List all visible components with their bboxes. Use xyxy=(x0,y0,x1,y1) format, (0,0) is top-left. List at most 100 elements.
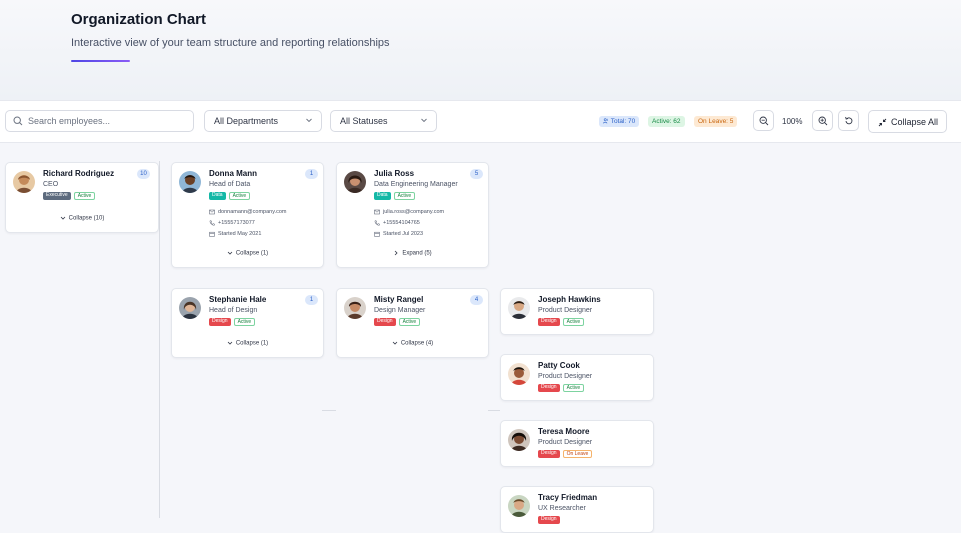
connector-line xyxy=(488,410,500,411)
tag-group: Design On Leave xyxy=(538,450,593,458)
department-tag: Design xyxy=(538,450,560,458)
collapse-toggle[interactable]: Collapse (4) xyxy=(337,340,488,347)
department-tag: Design xyxy=(374,318,396,326)
employee-name: Julia Ross xyxy=(374,169,415,178)
chevron-down-icon xyxy=(227,341,233,345)
department-tag: Design xyxy=(538,384,560,392)
collapse-toggle[interactable]: Collapse (10) xyxy=(6,215,158,222)
employee-card[interactable]: Stephanie Hale 1 Head of Design Design A… xyxy=(171,288,324,358)
mail-icon xyxy=(209,209,215,214)
avatar xyxy=(508,363,530,385)
avatar xyxy=(508,297,530,319)
chevron-down-icon xyxy=(392,341,398,345)
employee-phone[interactable]: +15554104765 xyxy=(383,220,420,226)
status-tag: Active xyxy=(228,192,251,200)
title-underline xyxy=(71,60,130,62)
status-tag: Active xyxy=(73,192,96,200)
avatar xyxy=(13,171,35,193)
employee-name: Teresa Moore xyxy=(538,427,590,436)
employee-role: Product Designer xyxy=(538,439,593,446)
calendar-icon xyxy=(209,231,215,237)
on-leave-count: On Leave: 5 xyxy=(698,118,734,125)
employee-role: Head of Data xyxy=(209,181,251,188)
tag-group: Design Active xyxy=(209,318,256,326)
zoom-out-icon xyxy=(759,116,769,126)
employee-role: UX Researcher xyxy=(538,505,586,512)
total-badge: Total: 70 xyxy=(599,116,640,127)
employee-role: Product Designer xyxy=(538,307,593,314)
employee-role: Design Manager xyxy=(374,307,426,314)
employee-card[interactable]: Patty Cook Product Designer Design Activ… xyxy=(500,354,654,401)
report-count-badge: 5 xyxy=(470,169,483,179)
employee-start-date: Started Jul 2023 xyxy=(383,230,424,237)
employee-email[interactable]: julia.ross@company.com xyxy=(383,209,444,215)
employee-name: Misty Rangel xyxy=(374,295,424,304)
employee-phone[interactable]: +15557173077 xyxy=(218,220,255,226)
zoom-level: 100% xyxy=(782,117,803,126)
report-count-badge: 4 xyxy=(470,295,483,305)
collapse-toggle[interactable]: Collapse (1) xyxy=(172,250,323,257)
employee-card[interactable]: Joseph Hawkins Product Designer Design A… xyxy=(500,288,654,335)
phone-icon xyxy=(374,220,380,225)
employee-card[interactable]: Richard Rodriguez 10 CEO Executive Activ… xyxy=(5,162,159,233)
collapse-toggle[interactable]: Collapse (1) xyxy=(172,340,323,347)
department-tag: Data xyxy=(209,192,226,200)
employee-role: Product Designer xyxy=(538,373,593,380)
employee-card[interactable]: Teresa Moore Product Designer Design On … xyxy=(500,420,654,467)
employee-role: Head of Design xyxy=(209,307,258,314)
reset-icon xyxy=(845,116,853,125)
employee-card[interactable]: Tracy Friedman UX Researcher Design xyxy=(500,486,654,533)
collapse-all-button[interactable]: Collapse All xyxy=(868,110,947,133)
org-chart-canvas[interactable]: Richard Rodriguez 10 CEO Executive Activ… xyxy=(0,141,961,533)
toggle-label: Collapse (1) xyxy=(235,340,269,347)
page-title: Organization Chart xyxy=(71,11,207,28)
tag-group: Design Active xyxy=(374,318,421,326)
search-box[interactable] xyxy=(5,110,194,132)
employee-card[interactable]: Misty Rangel 4 Design Manager Design Act… xyxy=(336,288,489,358)
tag-group: Design xyxy=(538,516,560,524)
connector-line xyxy=(322,410,336,411)
toggle-label: Collapse (10) xyxy=(68,215,105,222)
employee-name: Tracy Friedman xyxy=(538,493,598,502)
avatar xyxy=(344,171,366,193)
tag-group: Design Active xyxy=(538,318,585,326)
toggle-label: Collapse (1) xyxy=(235,250,269,257)
page-subtitle: Interactive view of your team structure … xyxy=(71,37,390,49)
status-tag: Active xyxy=(562,318,585,326)
page-header: Organization Chart Interactive view of y… xyxy=(0,0,961,100)
mail-icon xyxy=(374,209,380,214)
toolbar: All Departments All Statuses Total: 70 A… xyxy=(0,100,961,143)
connector-line xyxy=(159,161,160,518)
employee-card[interactable]: Julia Ross 5 Data Engineering Manager Da… xyxy=(336,162,489,268)
employee-name: Donna Mann xyxy=(209,169,257,178)
employee-card[interactable]: Donna Mann 1 Head of Data Data Active do… xyxy=(171,162,324,268)
zoom-in-button[interactable] xyxy=(812,110,833,131)
avatar xyxy=(508,495,530,517)
tag-group: Data Active xyxy=(209,192,251,200)
tag-group: Executive Active xyxy=(43,192,96,200)
search-input[interactable] xyxy=(28,114,188,128)
status-select[interactable]: All Statuses xyxy=(330,110,437,132)
status-select-value: All Statuses xyxy=(340,116,388,126)
toggle-label: Collapse (4) xyxy=(400,340,434,347)
chevron-down-icon xyxy=(306,118,312,123)
zoom-out-button[interactable] xyxy=(753,110,774,131)
report-count-badge: 10 xyxy=(137,169,150,179)
avatar xyxy=(179,171,201,193)
employee-role: Data Engineering Manager xyxy=(374,181,458,188)
avatar xyxy=(179,297,201,319)
tag-group: Design Active xyxy=(538,384,585,392)
department-tag: Data xyxy=(374,192,391,200)
employee-name: Joseph Hawkins xyxy=(538,295,601,304)
employee-start-date: Started May 2021 xyxy=(218,230,262,237)
tag-group: Data Active xyxy=(374,192,416,200)
active-count: Active: 62 xyxy=(652,118,681,125)
employee-email[interactable]: donnamann@company.com xyxy=(218,209,286,215)
expand-toggle[interactable]: Expand (5) xyxy=(337,250,488,257)
employee-name: Richard Rodriguez xyxy=(43,169,115,178)
minimize-icon xyxy=(878,118,887,127)
reset-view-button[interactable] xyxy=(838,110,859,131)
total-count: Total: 70 xyxy=(610,118,636,125)
calendar-icon xyxy=(374,231,380,237)
department-select[interactable]: All Departments xyxy=(204,110,322,132)
